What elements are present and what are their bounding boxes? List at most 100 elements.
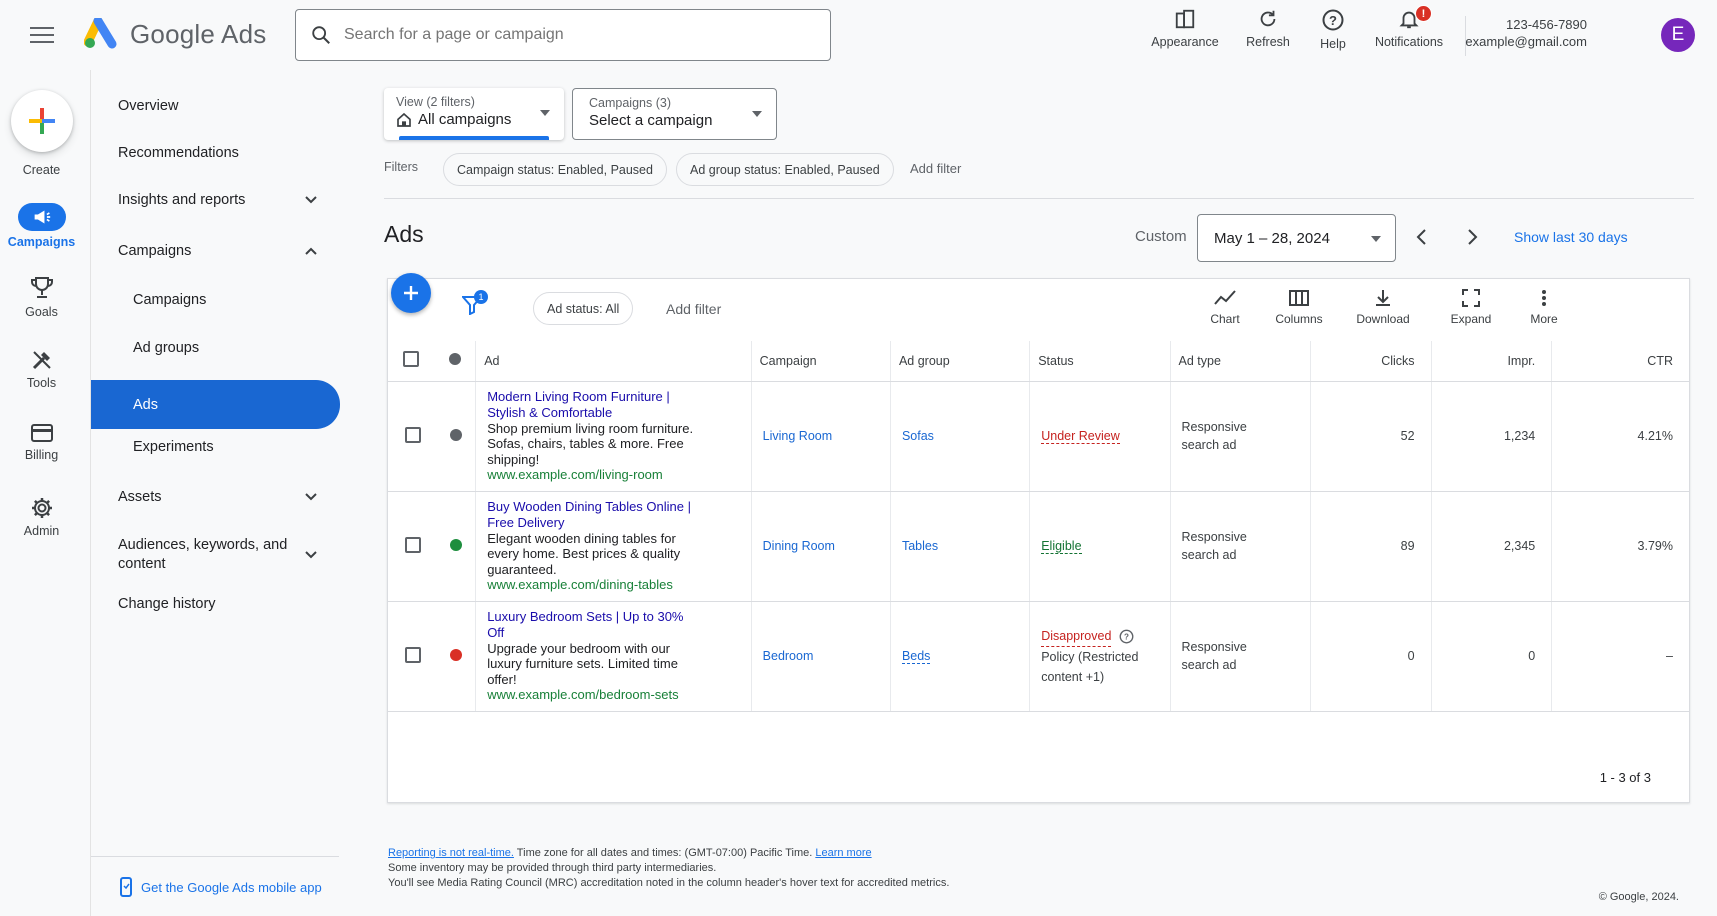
show-last-30-days-link[interactable]: Show last 30 days [1514,229,1628,245]
col-ad-type[interactable]: Ad type [1170,341,1311,382]
nav-item-assets[interactable]: Assets [91,484,339,510]
campaign-selector[interactable]: Campaigns (3) Select a campaign [572,88,777,140]
create-button[interactable] [11,90,73,152]
filter-chip-ad-group-status[interactable]: Ad group status: Enabled, Paused [676,153,894,186]
ad-group-link[interactable]: Sofas [902,429,934,443]
campaign-link[interactable]: Bedroom [763,649,814,663]
ad-description: Shop premium living room furniture. [487,420,694,436]
col-clicks[interactable]: Clicks [1310,341,1432,382]
chart-button[interactable]: Chart [1185,289,1265,326]
table-add-filter-link[interactable]: Add filter [666,301,721,317]
avatar[interactable]: E [1661,18,1695,52]
nav-item-campaigns-group[interactable]: Campaigns [91,238,339,264]
col-campaign[interactable]: Campaign [751,341,891,382]
nav-item-experiments[interactable]: Experiments [91,434,339,460]
download-button[interactable]: Download [1343,289,1423,326]
account-email: example@gmail.com [1465,34,1587,49]
nav-label: Change history [118,596,216,612]
rail-item-admin[interactable]: Admin [0,496,83,538]
view-selector-value: All campaigns [418,111,512,128]
col-status[interactable]: Status [1029,341,1171,382]
timezone-text: Time zone for all dates and times: (GMT-… [513,847,816,859]
search-input[interactable] [344,26,830,44]
ad-headline[interactable]: Free Delivery [487,515,742,531]
learn-more-link[interactable]: Learn more [815,847,871,859]
reporting-link[interactable]: Reporting is not real-time. [388,847,514,859]
nav-item-overview[interactable]: Overview [91,93,339,119]
svg-text:?: ? [1124,632,1129,641]
appearance-button[interactable]: Appearance [1140,8,1230,49]
status-label[interactable]: Eligible [1041,539,1082,554]
col-ctr[interactable]: CTR [1551,341,1689,382]
date-mode-label: Custom [1135,228,1187,245]
account-info[interactable]: 123-456-7890 example@gmail.com [1465,16,1587,50]
main-menu-button[interactable] [28,22,56,46]
chevron-down-icon [752,111,762,117]
date-range-picker[interactable]: May 1 – 28, 2024 [1197,214,1396,262]
tools-icon [32,351,51,370]
row-checkbox[interactable] [404,426,421,443]
nav-item-ads[interactable]: Ads [91,380,340,429]
ad-status-chip[interactable]: Ad status: All [533,292,634,325]
rail-item-campaigns[interactable]: Campaigns [0,203,83,249]
ad-headline[interactable]: Modern Living Room Furniture | [487,389,742,405]
columns-label: Columns [1275,312,1323,326]
ad-description: shipping! [487,451,540,467]
row-checkbox[interactable] [404,646,421,663]
nav-label: Campaigns [133,292,207,308]
help-icon[interactable]: ? [1119,629,1134,644]
ad-headline[interactable]: Stylish & Comfortable [487,405,742,421]
campaign-link[interactable]: Living Room [763,429,832,443]
ad-group-link[interactable]: Tables [902,539,938,553]
nav-item-change-history[interactable]: Change history [91,591,339,617]
rail-item-goals[interactable]: Goals [0,275,83,319]
status-label[interactable]: Disapproved [1041,626,1112,647]
footer-line-1: Reporting is not real-time. Time zone fo… [388,846,872,862]
pagination-label: 1 - 3 of 3 [1599,770,1651,785]
add-ad-button[interactable] [391,273,431,313]
nav-label: Ads [133,396,158,413]
ad-group-link[interactable]: Beds [901,649,931,664]
ad-description: Sofas, chairs, tables & more. Free [487,436,684,452]
col-ad-group[interactable]: Ad group [890,341,1031,382]
view-selector[interactable]: View (2 filters) All campaigns [384,88,564,140]
ad-description: Upgrade your bedroom with our [487,640,671,656]
ad-headline[interactable]: Luxury Bedroom Sets | Up to 30% [487,609,742,625]
mobile-app-link[interactable]: Get the Google Ads mobile app [91,856,339,897]
select-all-checkbox[interactable] [403,351,420,368]
ad-headline[interactable]: Buy Wooden Dining Tables Online | [487,499,742,515]
col-impr[interactable]: Impr. [1431,341,1553,382]
add-filter-link[interactable]: Add filter [910,161,961,176]
ad-headline[interactable]: Off [487,625,742,641]
filter-count-badge: 1 [474,290,488,304]
svg-text:?: ? [1329,13,1337,28]
notifications-button[interactable]: ! Notifications [1364,5,1454,49]
nav-item-insights[interactable]: Insights and reports [91,187,339,213]
nav-label: Overview [118,98,179,114]
more-button[interactable]: More [1504,289,1584,326]
ads-table-card: 1 Ad status: All Add filter Chart Column… [387,273,1690,803]
nav-item-campaigns[interactable]: Campaigns [91,287,339,313]
status-label[interactable]: Under Review [1041,429,1120,444]
col-ad[interactable]: Ad [475,341,752,382]
filter-button[interactable]: 1 [460,290,488,318]
plus-icon [29,108,55,134]
google-ads-logo[interactable]: Google Ads [84,18,266,50]
filter-chip-campaign-status[interactable]: Campaign status: Enabled, Paused [443,153,667,186]
expand-button[interactable]: Expand [1431,289,1511,326]
row-checkbox[interactable] [404,536,421,553]
campaigns-pill [17,203,66,231]
nav-item-recommendations[interactable]: Recommendations [91,140,339,166]
copyright: © Google, 2024. [1598,891,1679,903]
nav-item-audiences[interactable]: Audiences, keywords, and content [91,535,339,575]
nav-item-ad-groups[interactable]: Ad groups [91,335,339,361]
campaign-link[interactable]: Dining Room [763,539,835,553]
rail-item-billing[interactable]: Billing [0,422,83,462]
chevron-right-icon[interactable] [1467,228,1479,246]
rail-item-tools[interactable]: Tools [0,348,83,390]
chevron-left-icon[interactable] [1415,228,1427,246]
search-box[interactable] [295,9,831,61]
impr-value: 0 [1431,601,1553,712]
search-icon [312,26,330,44]
columns-button[interactable]: Columns [1259,289,1339,326]
